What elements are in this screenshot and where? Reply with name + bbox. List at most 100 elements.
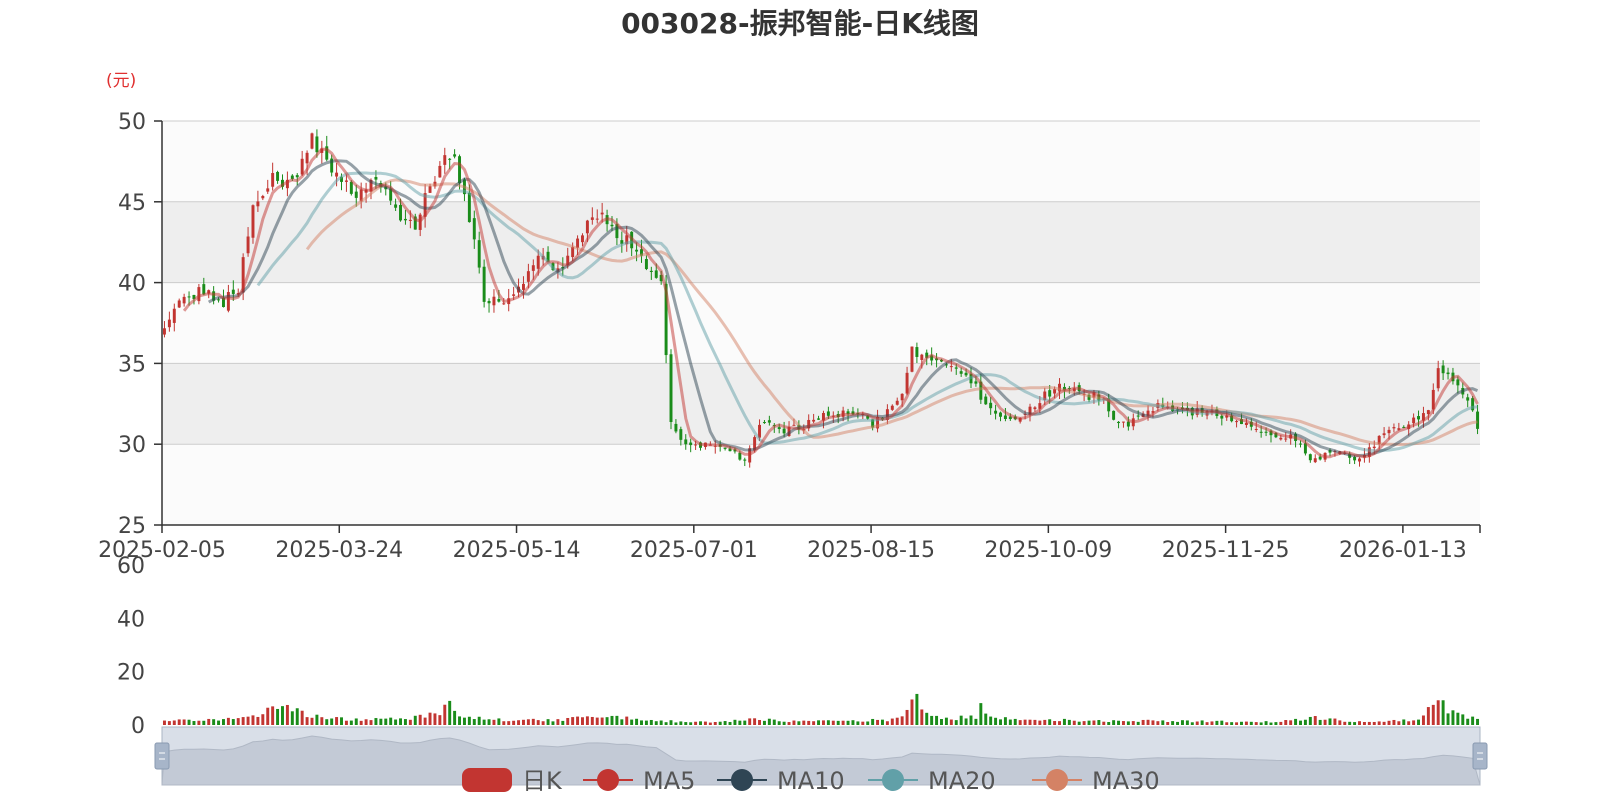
volume-bar xyxy=(320,717,324,725)
volume-bar xyxy=(197,720,201,725)
legend-swatch-dot xyxy=(731,769,753,791)
slider-handle-grip xyxy=(154,742,170,770)
candle-body xyxy=(300,158,304,175)
volume-bar xyxy=(349,720,353,725)
volume-bar xyxy=(1353,722,1357,725)
volume-bar xyxy=(571,717,575,725)
x-tick-label: 2026-01-13 xyxy=(1339,538,1467,563)
volume-bar xyxy=(595,717,599,725)
volume-bar xyxy=(1240,721,1243,725)
legend-label: MA5 xyxy=(643,767,695,795)
volume-bar xyxy=(1249,721,1253,725)
slider-handle[interactable] xyxy=(1472,742,1488,770)
legend-item[interactable]: MA20 xyxy=(868,767,996,795)
volume-bar xyxy=(1215,720,1219,725)
volume-bar xyxy=(290,711,294,725)
candle-body xyxy=(1392,427,1396,429)
volume-bar xyxy=(640,720,643,725)
candle-body xyxy=(261,195,265,199)
volume-bar xyxy=(1471,716,1475,725)
candle-body xyxy=(374,176,378,180)
candle-body xyxy=(581,235,584,243)
candle-body xyxy=(1264,431,1268,433)
volume-bar xyxy=(1156,721,1160,725)
volume-bar xyxy=(1058,721,1061,725)
y-tick-label: 50 xyxy=(118,110,146,135)
candle-body xyxy=(1048,390,1052,397)
volume-bar xyxy=(718,721,722,725)
volume-bar xyxy=(920,709,924,725)
candle-body xyxy=(959,371,963,374)
volume-bar xyxy=(266,707,270,725)
volume-bar xyxy=(1220,720,1224,725)
volume-y-axis: 0 20 40 60 xyxy=(117,554,145,739)
volume-bar xyxy=(743,720,747,725)
volume-bar xyxy=(910,699,914,725)
candle-body xyxy=(684,439,688,445)
volume-bar xyxy=(940,719,943,725)
volume-bar xyxy=(1200,720,1204,725)
candle-body xyxy=(654,270,658,278)
candle-body xyxy=(590,217,594,220)
volume-bar xyxy=(1274,722,1278,725)
legend-item[interactable]: MA30 xyxy=(1032,767,1160,795)
candle-body xyxy=(989,402,993,409)
volume-bar xyxy=(1343,721,1347,725)
volume-bar xyxy=(482,719,486,725)
volume-bar xyxy=(949,719,953,725)
volume-bar xyxy=(1333,718,1337,725)
candle-body xyxy=(1466,397,1470,401)
chart-title: 003028-振邦智能-日K线图 xyxy=(621,7,979,40)
slider-handle-grip xyxy=(1472,742,1488,770)
x-tick-label: 2025-11-25 xyxy=(1162,538,1290,563)
volume-bar xyxy=(708,722,712,725)
grid-band xyxy=(162,282,1480,364)
volume-bar xyxy=(1028,719,1032,725)
volume-bar xyxy=(1372,721,1376,725)
legend-item[interactable]: MA10 xyxy=(717,767,845,795)
volume-bar xyxy=(413,715,417,725)
volume-bar xyxy=(1259,722,1263,725)
candle-body xyxy=(521,283,525,290)
volume-bar xyxy=(167,721,171,725)
volume-bar xyxy=(782,721,786,725)
slider-handle[interactable] xyxy=(154,742,170,770)
candle-body xyxy=(310,133,314,149)
volume-bar xyxy=(1417,719,1421,725)
legend-label: MA10 xyxy=(777,767,845,795)
volume-bar xyxy=(217,720,221,725)
candle-body xyxy=(812,419,816,422)
volume-bar xyxy=(1461,714,1465,725)
candle-body xyxy=(1220,415,1224,419)
candle-body xyxy=(271,173,275,187)
volume-bar xyxy=(1077,721,1081,725)
volume-bar xyxy=(728,721,732,725)
volume-bar xyxy=(1102,721,1106,725)
volume-bar xyxy=(389,717,393,725)
volume-bar xyxy=(1112,720,1116,725)
candle-body xyxy=(600,212,604,215)
volume-bar xyxy=(954,720,958,725)
candle-body xyxy=(949,366,953,368)
price-grid-bands xyxy=(162,121,1480,525)
candle-body xyxy=(585,220,589,234)
volume-bar xyxy=(1008,719,1012,725)
volume-bar xyxy=(1043,719,1047,725)
volume-bar xyxy=(1426,707,1430,725)
candle-body xyxy=(502,303,506,305)
volume-bar xyxy=(1003,717,1007,725)
candle-body xyxy=(1003,415,1007,419)
candle-body xyxy=(635,249,639,252)
volume-bar xyxy=(826,720,830,725)
volume-bar xyxy=(221,719,225,725)
candle-body xyxy=(467,192,471,223)
volume-bar xyxy=(556,719,560,725)
volume-bar xyxy=(1299,720,1302,725)
volume-bar xyxy=(1141,719,1145,725)
candle-body xyxy=(1259,431,1263,433)
volume-bar xyxy=(1446,713,1450,725)
volume-bar xyxy=(472,719,476,725)
candle-body xyxy=(172,308,176,323)
volume-bar xyxy=(585,716,589,725)
candle-body xyxy=(1033,407,1037,410)
